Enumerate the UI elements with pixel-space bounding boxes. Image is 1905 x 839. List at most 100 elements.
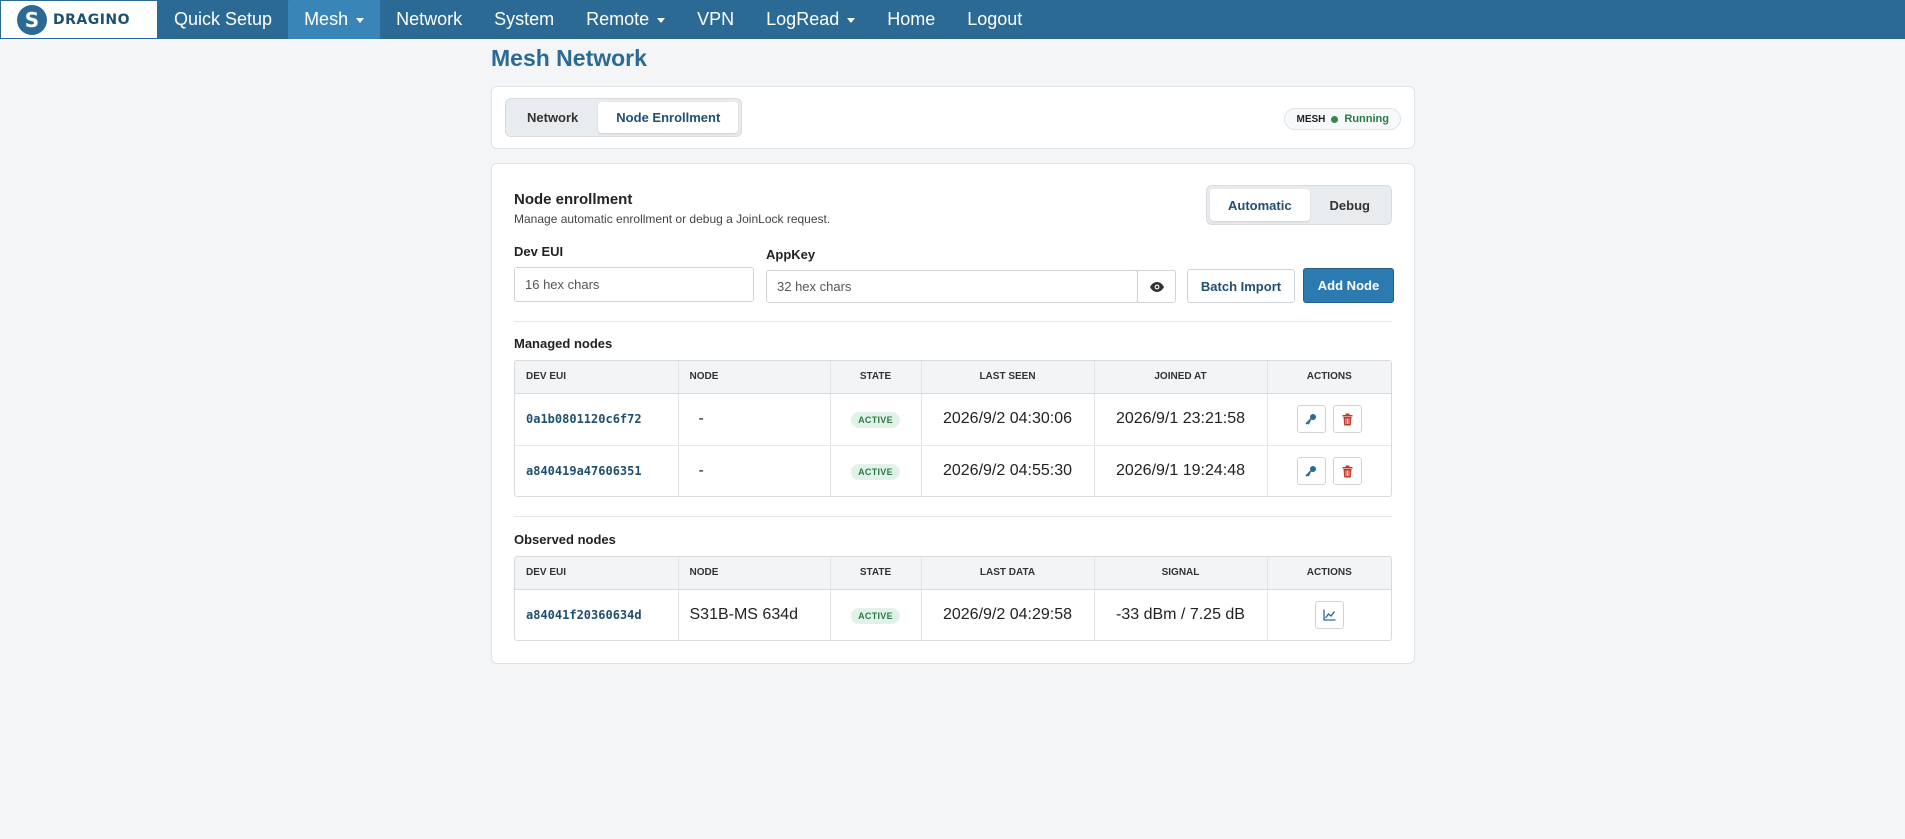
col-actions: ACTIONS (1267, 557, 1391, 590)
last-seen-cell: 2026/9/2 04:55:30 (921, 445, 1095, 496)
status-value: Running (1344, 113, 1389, 125)
state-cell: ACTIVE (830, 393, 922, 446)
status-badge: ACTIVE (851, 412, 900, 428)
page-tabs: Network Node Enrollment (505, 98, 743, 137)
caret-down-icon (356, 18, 365, 23)
state-cell: ACTIVE (830, 445, 922, 496)
dev-eui-cell[interactable]: a840419a47606351 (515, 445, 679, 496)
tab-node-enrollment[interactable]: Node Enrollment (598, 102, 739, 133)
nav-mesh[interactable]: Mesh (288, 0, 381, 39)
appkey-placeholder: 32 hex chars (777, 279, 852, 294)
top-navbar: S DRAGINO Quick Setup Mesh Network Syste… (0, 0, 1905, 39)
enrollment-title: Node enrollment (514, 191, 633, 208)
dev-eui-placeholder: 16 hex chars (525, 277, 600, 292)
view-key-button[interactable] (1296, 405, 1326, 433)
mode-debug-button[interactable]: Debug (1312, 189, 1388, 221)
nav-remote[interactable]: Remote (570, 0, 681, 39)
nav-label: VPN (697, 9, 735, 29)
col-state: STATE (830, 557, 922, 590)
tabs-card: Network Node Enrollment MESH Running (491, 86, 1415, 149)
nav-label: Quick Setup (174, 9, 273, 29)
col-actions: ACTIONS (1267, 361, 1391, 394)
key-icon (1305, 466, 1317, 477)
nav-label: Mesh (304, 9, 349, 29)
dev-eui-cell[interactable]: 0a1b0801120c6f72 (515, 393, 679, 446)
last-data-cell: 2026/9/2 04:29:58 (921, 589, 1095, 640)
joined-at-cell: 2026/9/1 19:24:48 (1094, 445, 1268, 496)
delete-node-button[interactable] (1332, 405, 1362, 433)
node-cell: S31B-MS 634d (678, 589, 831, 640)
nav-logout[interactable]: Logout (951, 0, 1038, 39)
joined-at-cell: 2026/9/1 23:21:58 (1094, 393, 1268, 446)
mode-automatic-button[interactable]: Automatic (1209, 189, 1310, 221)
add-node-button[interactable]: Add Node (1303, 268, 1394, 303)
page-title: Mesh Network (491, 45, 647, 71)
divider (514, 321, 1392, 322)
logo-text: DRAGINO (53, 11, 131, 28)
nav-vpn[interactable]: VPN (681, 0, 750, 39)
trash-icon (1342, 465, 1353, 478)
caret-down-icon (847, 18, 856, 23)
signal-cell: -33 dBm / 7.25 dB (1094, 589, 1268, 640)
toggle-appkey-visibility-button[interactable] (1137, 270, 1176, 303)
col-dev-eui: DEV EUI (515, 557, 679, 590)
tab-network[interactable]: Network (509, 102, 596, 133)
col-signal: SIGNAL (1094, 557, 1268, 590)
col-state: STATE (830, 361, 922, 394)
dev-eui-cell[interactable]: a84041f20360634d (515, 589, 679, 640)
observed-nodes-table: DEV EUI NODE STATE LAST DATA SIGNAL ACTI… (514, 556, 1392, 641)
appkey-label: AppKey (766, 247, 816, 262)
nav-logread[interactable]: LogRead (750, 0, 871, 39)
managed-nodes-title: Managed nodes (514, 336, 613, 351)
caret-down-icon (657, 18, 666, 23)
nav-label: Logout (967, 9, 1023, 29)
dragino-logo-icon: S (17, 4, 47, 35)
last-seen-cell: 2026/9/2 04:30:06 (921, 393, 1095, 446)
status-badge: ACTIVE (851, 464, 900, 481)
col-node: NODE (678, 361, 831, 394)
observed-nodes-title: Observed nodes (514, 532, 616, 547)
nav-label: Home (887, 9, 936, 29)
managed-nodes-table: DEV EUI NODE STATE LAST SEEN JOINED AT A… (514, 360, 1392, 497)
status-label: MESH (1296, 113, 1326, 125)
nav-system[interactable]: System (478, 0, 570, 39)
node-cell: - (678, 393, 831, 446)
col-last-seen: LAST SEEN (921, 361, 1095, 394)
nav-network[interactable]: Network (380, 0, 478, 39)
table-row: a84041f20360634d S31B-MS 634d ACTIVE 202… (515, 589, 1391, 640)
nav-home[interactable]: Home (871, 0, 951, 39)
status-dot-icon (1331, 115, 1339, 123)
nav-quick-setup[interactable]: Quick Setup (158, 0, 288, 39)
status-badge: ACTIVE (851, 607, 900, 624)
batch-import-button[interactable]: Batch Import (1187, 269, 1295, 303)
col-joined-at: JOINED AT (1094, 361, 1268, 394)
enrollment-subtitle: Manage automatic enrollment or debug a J… (514, 212, 831, 226)
table-header-row: DEV EUI NODE STATE LAST SEEN JOINED AT A… (515, 361, 1391, 394)
trash-icon (1342, 413, 1353, 425)
nav-label: LogRead (766, 9, 840, 29)
col-last-data: LAST DATA (921, 557, 1095, 590)
state-cell: ACTIVE (830, 589, 922, 640)
dragino-logo[interactable]: S DRAGINO (0, 0, 158, 39)
col-node: NODE (678, 557, 831, 590)
nav-label: Network (396, 9, 463, 29)
delete-node-button[interactable] (1332, 457, 1362, 486)
appkey-input[interactable]: 32 hex chars (766, 270, 1138, 303)
mesh-status-badge: MESH Running (1284, 108, 1401, 130)
dev-eui-input[interactable]: 16 hex chars (514, 267, 754, 302)
table-header-row: DEV EUI NODE STATE LAST DATA SIGNAL ACTI… (515, 557, 1391, 590)
line-chart-icon (1323, 609, 1336, 621)
actions-cell (1267, 393, 1391, 446)
table-row: a840419a47606351 - ACTIVE 2026/9/2 04:55… (515, 445, 1391, 496)
eye-icon (1149, 281, 1164, 292)
enrollment-mode-toggle: Automatic Debug (1205, 185, 1392, 225)
table-row: 0a1b0801120c6f72 - ACTIVE 2026/9/2 04:30… (515, 393, 1391, 446)
actions-cell (1267, 445, 1391, 496)
dev-eui-label: Dev EUI (514, 244, 564, 259)
view-key-button[interactable] (1296, 457, 1326, 486)
nav-label: Remote (586, 9, 650, 29)
actions-cell (1267, 589, 1391, 640)
node-cell: - (678, 445, 831, 496)
col-dev-eui: DEV EUI (515, 361, 679, 394)
view-chart-button[interactable] (1314, 600, 1344, 629)
